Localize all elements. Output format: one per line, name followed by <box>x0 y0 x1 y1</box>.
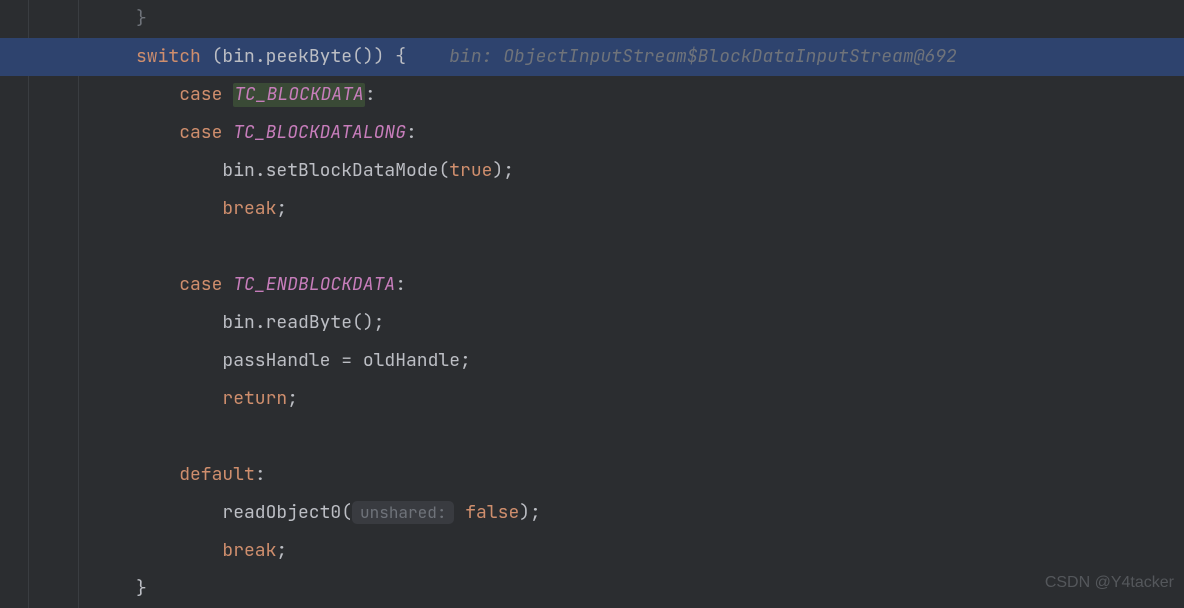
constant: TC_BLOCKDATALONG <box>233 121 406 144</box>
inlay-param-hint: unshared: <box>352 501 454 524</box>
code-line[interactable]: return; <box>0 380 1184 418</box>
code-line[interactable]: case TC_BLOCKDATA: <box>0 76 1184 114</box>
code-line[interactable]: passHandle = oldHandle; <box>0 342 1184 380</box>
code-line[interactable]: default: <box>0 456 1184 494</box>
code-line[interactable]: case TC_BLOCKDATALONG: <box>0 114 1184 152</box>
code-line-current[interactable]: switch (bin.peekByte()) { bin: ObjectInp… <box>0 38 1184 76</box>
brace: } <box>136 577 147 600</box>
code-line[interactable]: bin.readByte(); <box>0 304 1184 342</box>
code-line[interactable]: } <box>0 570 1184 608</box>
code-line[interactable]: break; <box>0 532 1184 570</box>
code-line[interactable]: break; <box>0 190 1184 228</box>
constant: TC_ENDBLOCKDATA <box>233 273 395 296</box>
code-line[interactable]: bin.setBlockDataMode(true); <box>0 152 1184 190</box>
code-line[interactable] <box>0 228 1184 266</box>
code-line[interactable]: case TC_ENDBLOCKDATA: <box>0 266 1184 304</box>
inlay-hint: bin: ObjectInputStream$BlockDataInputStr… <box>449 45 957 68</box>
brace: } <box>136 7 147 30</box>
code-line[interactable]: readObject0(unshared: false); <box>0 494 1184 532</box>
code-line[interactable] <box>0 418 1184 456</box>
code-line[interactable]: } <box>0 0 1184 38</box>
constant: TC_BLOCKDATA <box>233 83 365 107</box>
switch-keyword: switch <box>136 45 201 68</box>
code-editor[interactable]: } switch (bin.peekByte()) { bin: ObjectI… <box>0 0 1184 608</box>
